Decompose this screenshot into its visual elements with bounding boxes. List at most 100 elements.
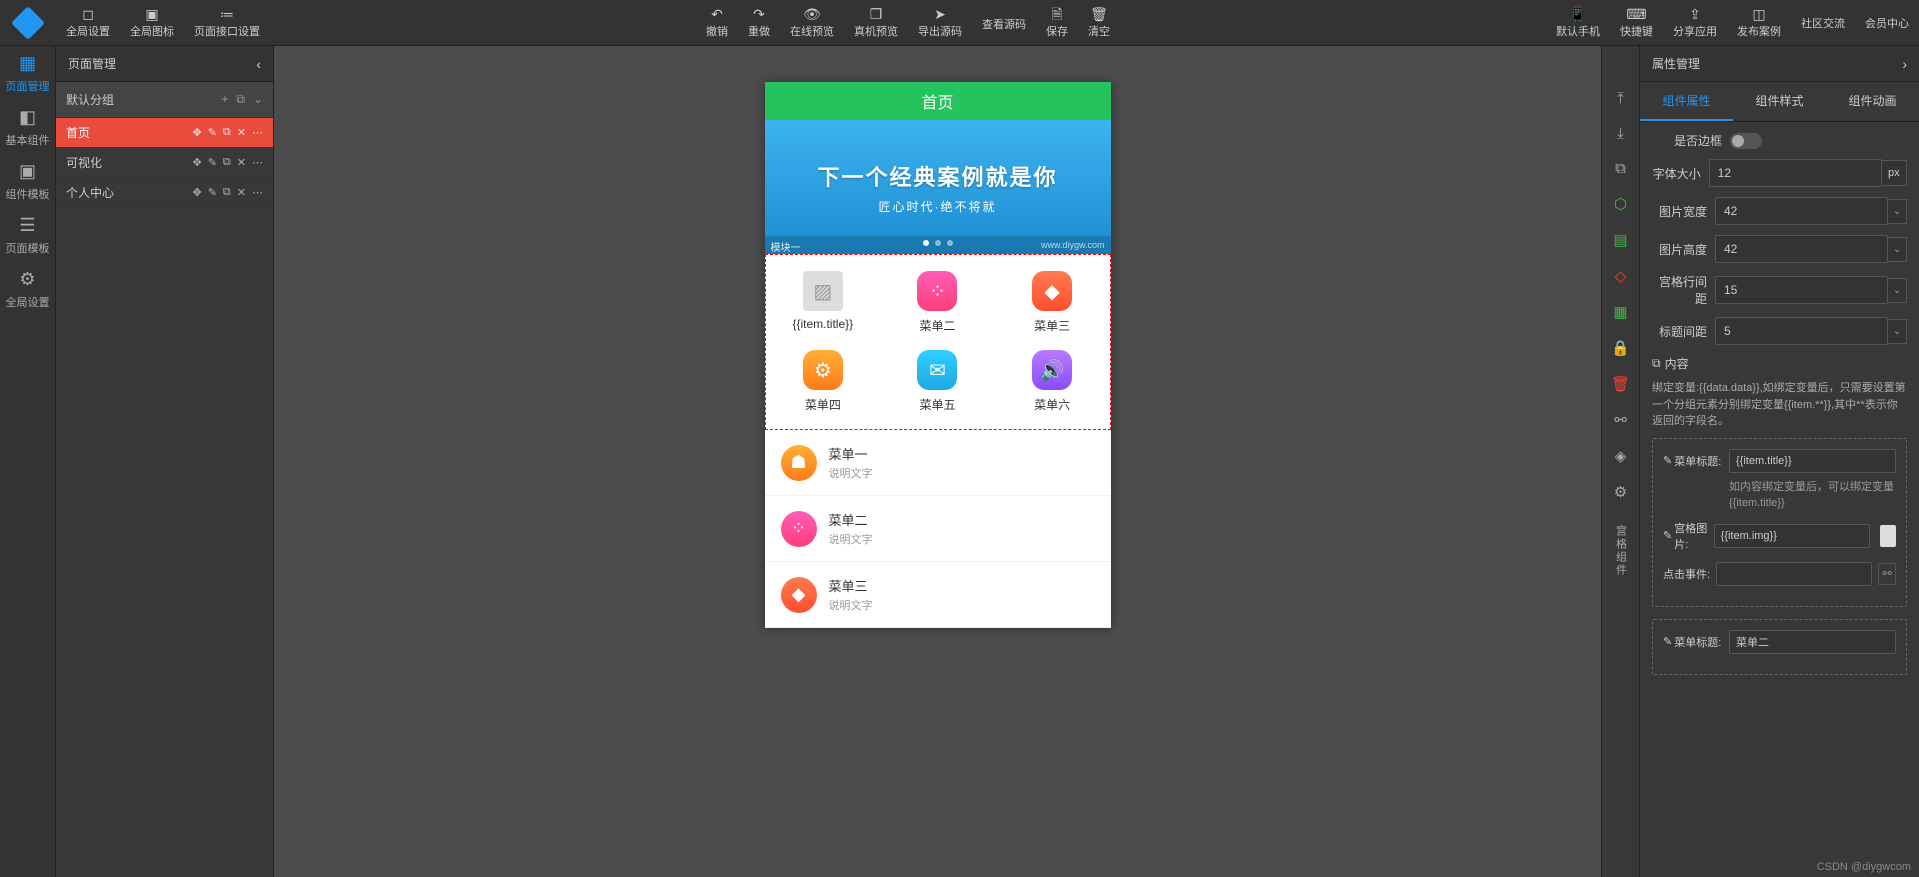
rail-item[interactable]: ▦页面管理 xyxy=(0,46,55,100)
img-width-input[interactable] xyxy=(1715,197,1888,225)
chevron-down-icon[interactable]: ⌄ xyxy=(1888,237,1907,262)
page-name: 首页 xyxy=(66,124,90,141)
grid-cell[interactable]: 🔊菜单六 xyxy=(995,342,1110,421)
image-preview[interactable] xyxy=(1880,525,1896,547)
toolbar-button[interactable]: ⌨快捷键 xyxy=(1610,0,1663,46)
toolbar-button[interactable]: 🗑清空 xyxy=(1078,0,1120,46)
more-icon[interactable]: ⋯ xyxy=(252,186,263,199)
warning-icon[interactable]: ◇ xyxy=(1615,267,1627,285)
add-row-icon[interactable]: ▦ xyxy=(1613,303,1627,321)
toolbar-button[interactable]: 🗎保存 xyxy=(1036,0,1078,46)
list-item[interactable]: ⁘菜单二说明文字 xyxy=(765,496,1111,562)
chevron-down-icon[interactable]: ⌄ xyxy=(1888,199,1907,224)
title-gap-label: 标题间距 xyxy=(1652,323,1707,340)
dot-active[interactable] xyxy=(923,240,929,246)
grid-cell[interactable]: ⁘菜单二 xyxy=(880,263,995,342)
grid-cell[interactable]: ◆菜单三 xyxy=(995,263,1110,342)
layers-icon[interactable]: ◈ xyxy=(1615,447,1627,465)
move-icon[interactable]: ✥ xyxy=(192,186,201,199)
property-tab[interactable]: 组件属性 xyxy=(1640,82,1733,121)
toolbar-button[interactable]: 查看源码 xyxy=(972,0,1036,46)
toolbar-button[interactable]: 会员中心 xyxy=(1855,0,1919,46)
lock-icon[interactable]: 🔒 xyxy=(1611,339,1630,357)
plugin-icon[interactable]: ⬡ xyxy=(1614,195,1627,213)
chevron-down-icon[interactable]: ⌄ xyxy=(1888,278,1907,303)
copy-icon[interactable]: ⧉ xyxy=(223,156,231,169)
chevron-down-icon[interactable]: ⌄ xyxy=(1888,319,1907,344)
property-tab[interactable]: 组件样式 xyxy=(1733,82,1826,121)
toolbar-button[interactable]: ▣全局图标 xyxy=(120,0,184,46)
img-height-input[interactable] xyxy=(1715,235,1888,263)
toolbar-button[interactable]: ◫发布案例 xyxy=(1727,0,1791,46)
canvas-area: 首页 下一个经典案例就是你 匠心时代·绝不将就 模块一 www.diygw.co… xyxy=(274,46,1601,877)
grid-cell[interactable]: ✉菜单五 xyxy=(880,342,995,421)
edit-icon[interactable]: ✎ xyxy=(208,126,217,139)
click-event-input[interactable] xyxy=(1716,562,1872,586)
font-size-unit[interactable]: px xyxy=(1882,160,1907,186)
gear-icon[interactable]: ⚙ xyxy=(1614,483,1627,501)
toolbar-button[interactable]: ❐真机预览 xyxy=(844,0,908,46)
copy-icon[interactable]: ⧉ xyxy=(1615,160,1626,177)
download-icon[interactable]: ⤓ xyxy=(1617,125,1624,142)
rail-item[interactable]: ☰页面模板 xyxy=(0,208,55,262)
grid-cell[interactable]: ⚙菜单四 xyxy=(766,342,881,421)
copy-icon[interactable]: ⧉ xyxy=(223,126,231,139)
app-logo[interactable] xyxy=(0,0,56,46)
toolbar-button[interactable]: 社区交流 xyxy=(1791,0,1855,46)
collapse-icon[interactable]: ‹ xyxy=(256,56,261,72)
rail-item[interactable]: ▣组件模板 xyxy=(0,154,55,208)
toolbar-label: 清空 xyxy=(1088,23,1110,39)
more-icon[interactable]: ⋯ xyxy=(252,126,263,139)
move-icon[interactable]: ✥ xyxy=(192,156,201,169)
row-gap-input[interactable] xyxy=(1715,276,1888,304)
close-icon[interactable]: ✕ xyxy=(237,156,246,169)
toolbar-button[interactable]: ⇪分享应用 xyxy=(1663,0,1727,46)
toolbar-button[interactable]: 👁在线预览 xyxy=(780,0,844,46)
toolbar-button[interactable]: ➤导出源码 xyxy=(908,0,972,46)
page-group-header[interactable]: 默认分组 + ⧉ ⌄ xyxy=(56,82,273,118)
close-icon[interactable]: ✕ xyxy=(237,126,246,139)
dot[interactable] xyxy=(935,240,941,246)
link-picker-icon[interactable]: ⚯ xyxy=(1878,563,1896,585)
list-item[interactable]: ☗菜单一说明文字 xyxy=(765,430,1111,496)
page-item[interactable]: 个人中心✥✎⧉✕⋯ xyxy=(56,178,273,208)
toolbar-button[interactable]: ≔页面接口设置 xyxy=(184,0,270,46)
menu-title-input-2[interactable] xyxy=(1729,630,1896,654)
phone-canvas[interactable]: 首页 下一个经典案例就是你 匠心时代·绝不将就 模块一 www.diygw.co… xyxy=(765,82,1111,628)
title-gap-input[interactable] xyxy=(1715,317,1888,345)
property-tab[interactable]: 组件动画 xyxy=(1826,82,1919,121)
toolbar-button[interactable]: 📱默认手机 xyxy=(1546,0,1610,46)
banner-component[interactable]: 下一个经典案例就是你 匠心时代·绝不将就 模块一 www.diygw.com xyxy=(765,120,1111,254)
dot[interactable] xyxy=(947,240,953,246)
align-top-icon[interactable]: ⤒ xyxy=(1617,90,1624,107)
page-item[interactable]: 首页 ✥ ✎ ⧉ ✕ ⋯ xyxy=(56,118,273,148)
copy-icon[interactable]: ⧉ xyxy=(236,92,245,107)
rail-item[interactable]: ◧基本组件 xyxy=(0,100,55,154)
toolbar-button[interactable]: ↶撤销 xyxy=(696,0,738,46)
close-icon[interactable]: ✕ xyxy=(237,186,246,199)
form-icon[interactable]: ▤ xyxy=(1613,231,1627,249)
edit-icon[interactable]: ✎ xyxy=(208,156,217,169)
grid-image-input[interactable] xyxy=(1714,524,1870,548)
link-icon[interactable]: ⚯ xyxy=(1614,411,1627,429)
list-item[interactable]: ◆菜单三说明文字 xyxy=(765,562,1111,628)
move-icon[interactable]: ✥ xyxy=(192,126,201,139)
grid-component-selected[interactable]: ▨{{item.title}}⁘菜单二◆菜单三 ⚙菜单四✉菜单五🔊菜单六 xyxy=(765,254,1111,430)
chevron-down-icon[interactable]: ⌄ xyxy=(253,92,263,107)
expand-icon[interactable]: › xyxy=(1902,56,1907,72)
delete-icon[interactable]: 🗑 xyxy=(1611,375,1630,393)
toolbar-button[interactable]: ◻全局设置 xyxy=(56,0,120,46)
toolbar-button[interactable]: ↷重做 xyxy=(738,0,780,46)
edit-icon[interactable]: ✎ xyxy=(208,186,217,199)
rail-item[interactable]: ⚙全局设置 xyxy=(0,262,55,316)
add-icon[interactable]: + xyxy=(221,92,228,107)
copy-icon[interactable]: ⧉ xyxy=(223,186,231,199)
page-item[interactable]: 可视化✥✎⧉✕⋯ xyxy=(56,148,273,178)
list-component[interactable]: ☗菜单一说明文字⁘菜单二说明文字◆菜单三说明文字 xyxy=(765,430,1111,628)
border-toggle[interactable] xyxy=(1730,133,1762,149)
grid-cell[interactable]: ▨{{item.title}} xyxy=(766,263,881,342)
menu-title-input[interactable] xyxy=(1729,449,1896,473)
more-icon[interactable]: ⋯ xyxy=(252,156,263,169)
grid-cell-icon: ◆ xyxy=(1032,271,1072,311)
font-size-input[interactable] xyxy=(1709,159,1882,187)
